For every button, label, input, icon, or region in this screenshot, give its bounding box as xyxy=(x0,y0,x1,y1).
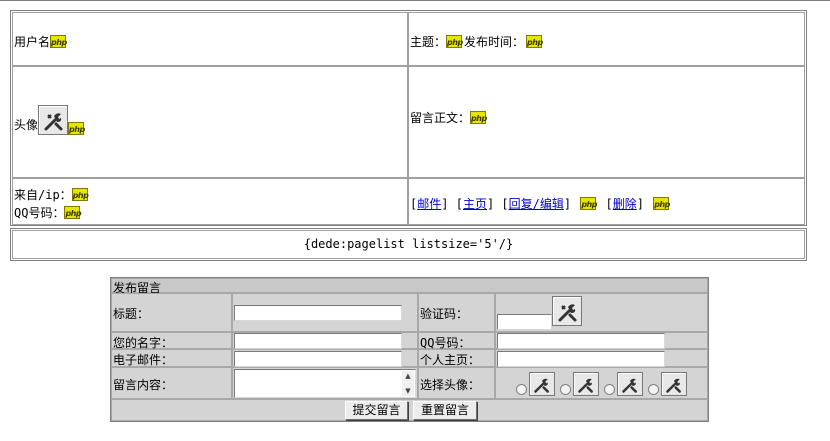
captcha-label-cell: 验证码： xyxy=(418,293,495,332)
action-links-cell: [邮件] [主页] [回复/编辑] php [删除] php xyxy=(408,178,805,225)
reply-edit-link[interactable]: 回复/编辑 xyxy=(509,195,564,212)
homepage-label-cell: 个人主页： xyxy=(418,349,495,367)
php-placeholder-icon: php xyxy=(446,35,463,48)
content-label-cell: 留言内容： xyxy=(111,367,232,399)
php-placeholder-icon: php xyxy=(68,122,85,135)
php-placeholder-icon: php xyxy=(71,188,89,201)
php-placeholder-icon: php xyxy=(50,35,67,48)
subject-input[interactable] xyxy=(234,305,402,321)
avatar-options-cell xyxy=(495,367,708,399)
scroll-up-icon[interactable]: ▲ xyxy=(402,371,414,381)
pagination-template-text: {dede:pagelist listsize='5'/} xyxy=(12,230,805,259)
avatar-option-3-icon[interactable] xyxy=(617,372,643,396)
message-body-cell: 留言正文： php xyxy=(408,66,805,178)
username-cell: 用户名 php xyxy=(12,12,408,66)
qq-label: QQ号码： xyxy=(14,206,65,220)
captcha-label: 验证码： xyxy=(420,307,469,321)
subject-label-cell: 标题： xyxy=(111,293,232,332)
qq-label-cell: QQ号码： xyxy=(418,332,495,350)
message-entry-table: 用户名 php 主题： php 发布时间： php 头像 php 留言正文： p… xyxy=(10,10,807,226)
avatar-radio-4[interactable] xyxy=(648,384,659,395)
email-input-cell xyxy=(232,349,418,367)
post-time-label: 发布时间： xyxy=(464,35,525,49)
avatar-radio-2[interactable] xyxy=(560,384,571,395)
qq-input-cell xyxy=(495,332,708,349)
submit-button[interactable]: 提交留言 xyxy=(345,401,408,420)
from-ip-label: 来自/ip： xyxy=(14,188,72,202)
form-title-bar: 发布留言 xyxy=(111,278,708,295)
name-input[interactable] xyxy=(234,333,402,349)
name-input-cell xyxy=(232,332,418,349)
reset-button[interactable]: 重置留言 xyxy=(413,401,477,420)
subject-cell: 主题： php 发布时间： php xyxy=(408,12,805,66)
username-label: 用户名 xyxy=(14,35,51,49)
email-input[interactable] xyxy=(234,351,402,367)
email-link[interactable]: 邮件 xyxy=(417,195,441,212)
homepage-link[interactable]: 主页 xyxy=(463,195,487,212)
avatar-option-2-icon[interactable] xyxy=(573,372,599,396)
top-divider xyxy=(0,0,830,1)
post-message-form: 发布留言 标题： 验证码： 您的名字： QQ号码： 电子邮件： 个人主页： 留言… xyxy=(110,277,709,422)
content-textarea[interactable]: ▲ ▼ xyxy=(234,369,416,398)
content-input-cell: ▲ ▼ xyxy=(232,367,418,399)
avatar-option-1-icon[interactable] xyxy=(529,372,555,396)
qq-input[interactable] xyxy=(497,333,665,349)
homepage-input[interactable] xyxy=(497,351,665,367)
avatar-cell: 头像 php xyxy=(12,66,408,178)
avatar-label: 头像 xyxy=(14,118,39,132)
avatar-select-label-cell: 选择头像： xyxy=(418,367,495,399)
avatar-radio-1[interactable] xyxy=(516,384,527,395)
avatar-select-label: 选择头像： xyxy=(420,378,481,392)
php-placeholder-icon: php xyxy=(470,111,487,124)
captcha-input-cell xyxy=(495,293,708,332)
php-placeholder-icon: php xyxy=(653,197,670,210)
email-label-cell: 电子邮件： xyxy=(111,349,232,367)
form-button-row: 提交留言 重置留言 xyxy=(111,399,708,421)
captcha-input[interactable] xyxy=(497,314,552,330)
php-placeholder-icon: php xyxy=(580,197,597,210)
php-placeholder-icon: php xyxy=(526,35,543,48)
name-label-cell: 您的名字： xyxy=(111,332,232,350)
scroll-down-icon[interactable]: ▼ xyxy=(402,386,414,396)
avatar-image-icon xyxy=(38,105,69,135)
avatar-radio-3[interactable] xyxy=(604,384,615,395)
subject-input-cell xyxy=(232,293,418,332)
message-body-label: 留言正文： xyxy=(410,111,471,125)
homepage-field-label: 个人主页： xyxy=(420,353,481,367)
delete-link[interactable]: 删除 xyxy=(613,195,637,212)
pagination-bar: {dede:pagelist listsize='5'/} xyxy=(10,228,807,261)
origin-cell: 来自/ip： php QQ号码： php xyxy=(12,178,408,225)
subject-field-label: 标题： xyxy=(113,307,150,321)
php-placeholder-icon: php xyxy=(64,206,82,219)
homepage-input-cell xyxy=(495,349,708,367)
textarea-scrollbar[interactable]: ▲ ▼ xyxy=(402,371,414,396)
avatar-option-4-icon[interactable] xyxy=(661,372,687,396)
captcha-image-icon[interactable] xyxy=(552,296,582,326)
content-field-label: 留言内容： xyxy=(113,378,174,392)
subject-label: 主题： xyxy=(410,35,447,49)
email-field-label: 电子邮件： xyxy=(113,353,174,367)
